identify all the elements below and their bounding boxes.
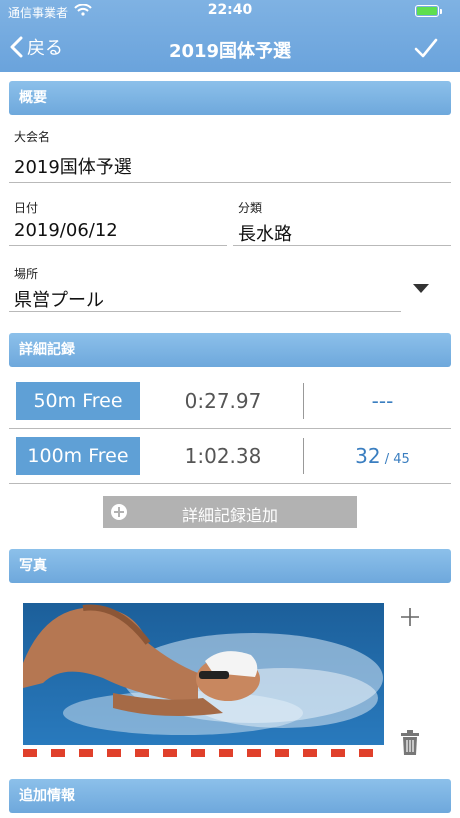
meet-name-label: 大会名 xyxy=(14,130,51,144)
rank-total: / 45 xyxy=(380,452,410,467)
section-header-details: 詳細記録 xyxy=(9,333,451,367)
date-label: 日付 xyxy=(14,201,39,215)
dropdown-triangle-icon[interactable] xyxy=(412,283,430,294)
record-row-divider xyxy=(9,483,451,484)
event-button-50m-free[interactable]: 50m Free xyxy=(16,382,140,420)
record-rank: --- xyxy=(371,389,394,413)
record-divider xyxy=(303,438,304,474)
page-title: 2019国体予選 xyxy=(168,41,292,62)
battery-icon xyxy=(415,5,439,17)
rank-value: 32 xyxy=(355,444,381,468)
record-time: 1:02.38 xyxy=(184,444,262,468)
category-field[interactable]: 長水路 xyxy=(238,220,292,246)
event-button-100m-free[interactable]: 100m Free xyxy=(16,437,140,475)
venue-field[interactable]: 県営プール xyxy=(14,286,104,312)
plus-icon[interactable] xyxy=(400,607,420,627)
date-underline xyxy=(9,245,227,246)
swimmer-photo[interactable] xyxy=(23,603,384,757)
record-row-divider xyxy=(9,428,451,429)
trash-icon[interactable] xyxy=(400,730,420,756)
date-field[interactable]: 2019/06/12 xyxy=(14,220,118,241)
battery-cap xyxy=(440,9,442,14)
meet-name-underline xyxy=(9,182,451,183)
add-detail-record-button[interactable]: 詳細記録追加 xyxy=(103,496,357,528)
category-label: 分類 xyxy=(238,201,263,215)
meet-name-field[interactable]: 2019国体予選 xyxy=(14,153,132,179)
record-rank: 32 / 45 xyxy=(305,444,460,468)
record-time: 0:27.97 xyxy=(184,389,262,413)
status-time: 22:40 xyxy=(207,2,253,18)
section-header-overview: 概要 xyxy=(9,81,451,115)
add-detail-record-label: 詳細記録追加 xyxy=(181,506,278,525)
venue-underline xyxy=(9,311,401,312)
venue-label: 場所 xyxy=(14,267,39,281)
category-underline xyxy=(233,245,451,246)
section-header-photos: 写真 xyxy=(9,549,451,583)
record-divider xyxy=(303,383,304,419)
checkmark-icon[interactable] xyxy=(413,36,439,60)
section-header-extra-info: 追加情報 xyxy=(9,779,451,813)
